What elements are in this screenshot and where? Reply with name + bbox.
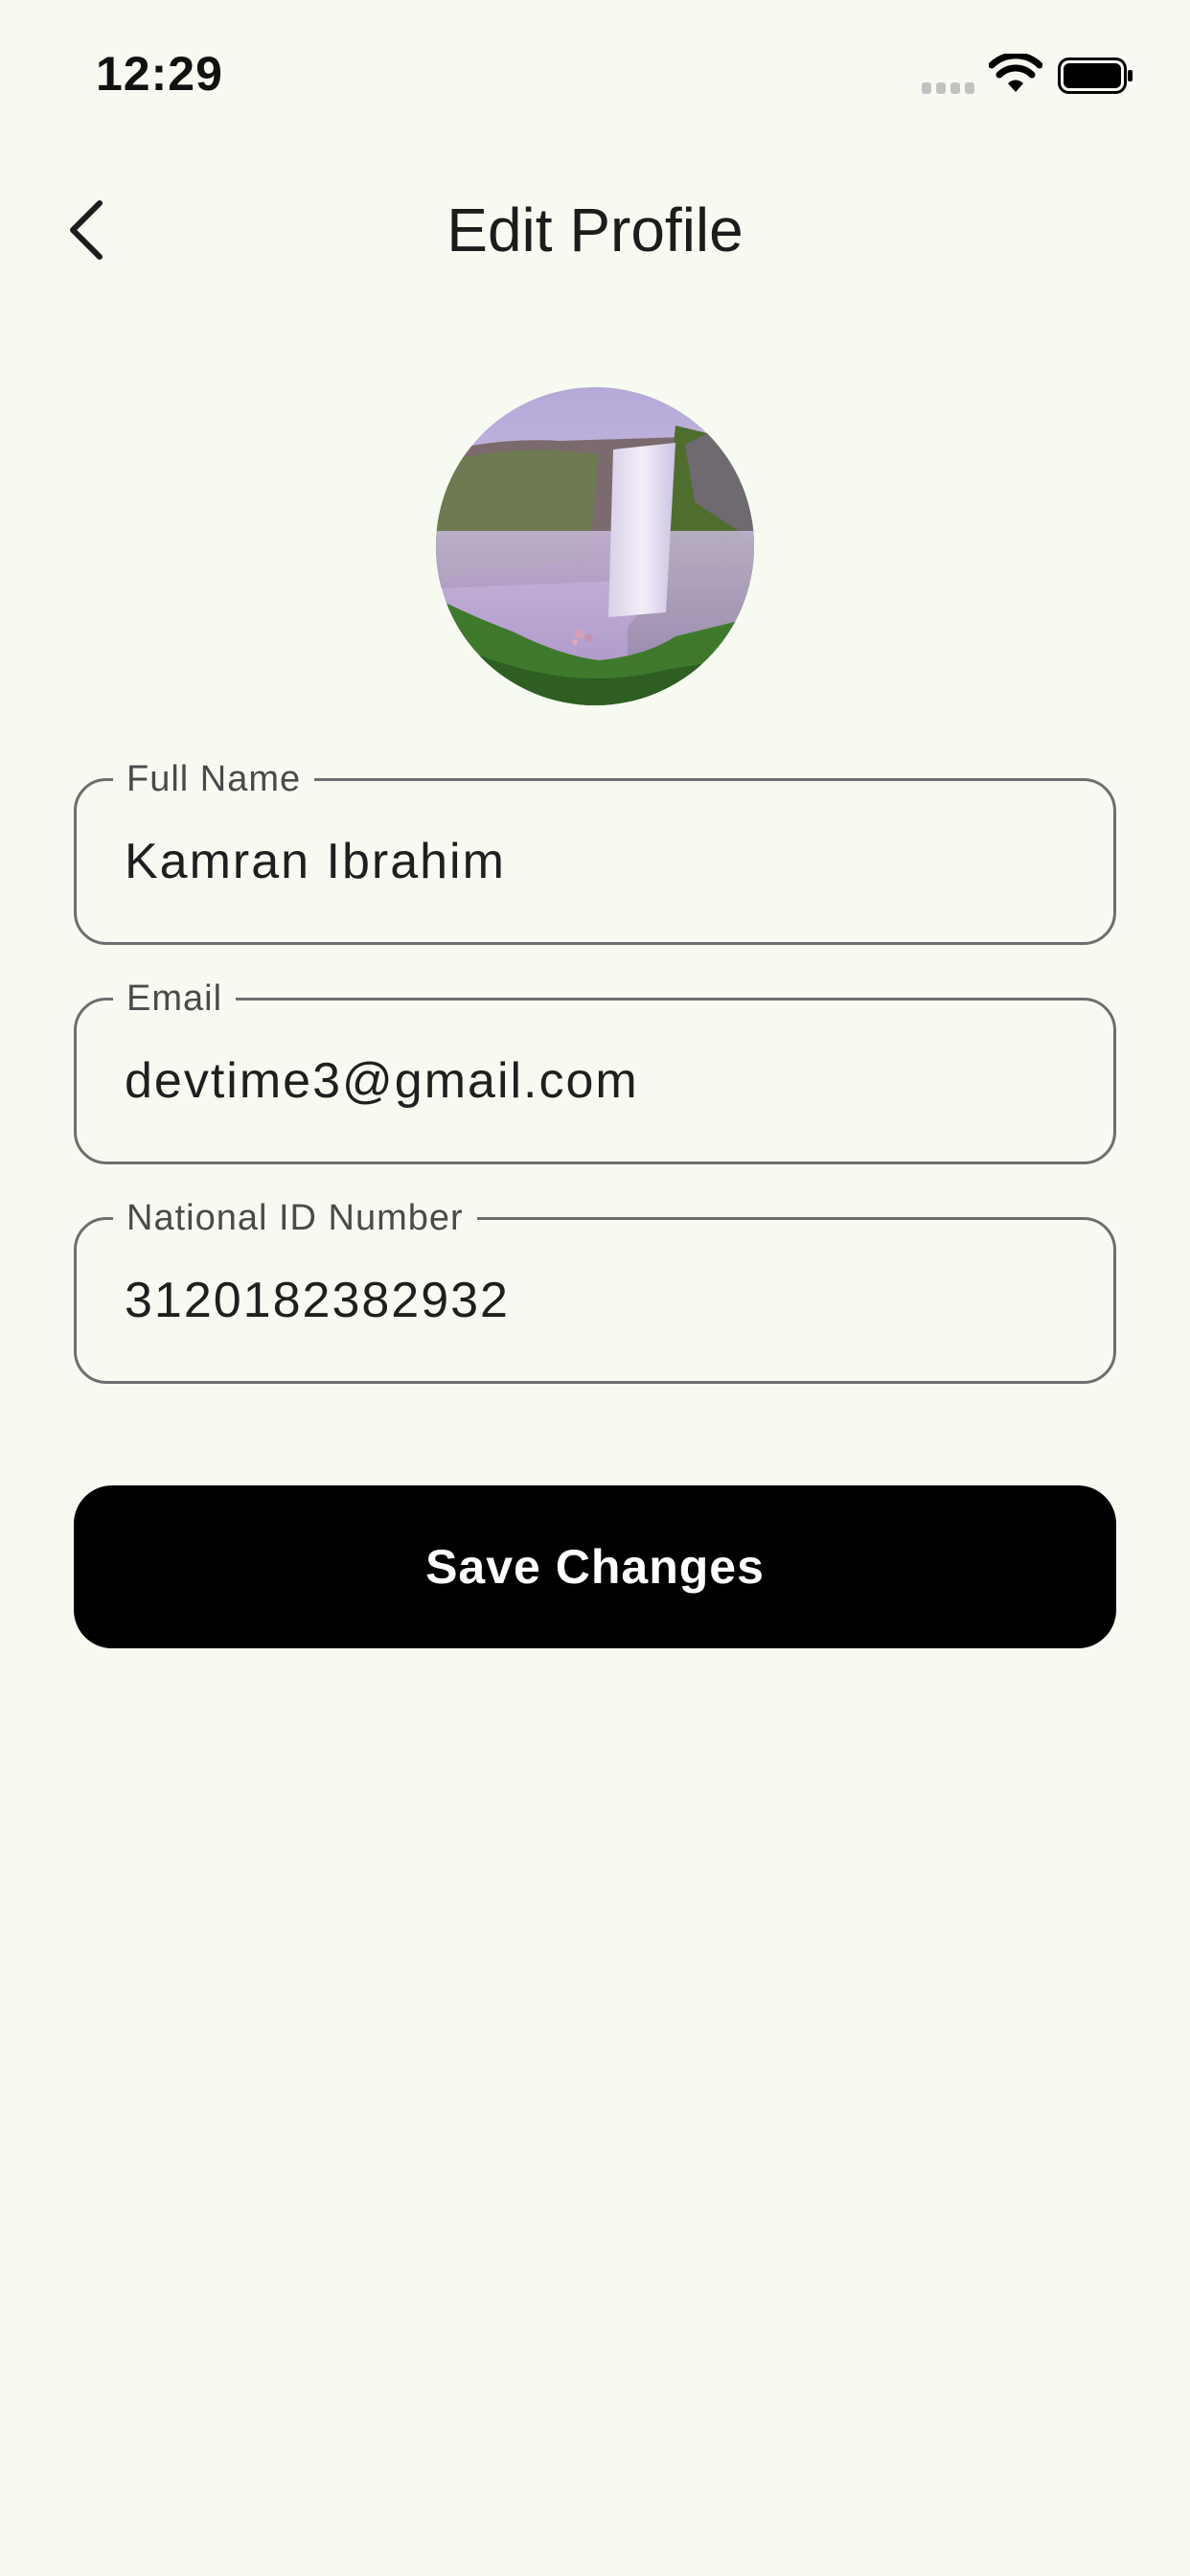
full-name-field: Full Name — [74, 754, 1116, 945]
status-bar: 12:29 — [0, 0, 1190, 144]
status-time: 12:29 — [96, 47, 223, 101]
chevron-left-icon — [70, 200, 103, 260]
app-bar: Edit Profile — [0, 172, 1190, 288]
national-id-input[interactable] — [125, 1220, 1075, 1381]
full-name-input[interactable] — [125, 781, 1075, 942]
signal-icon — [922, 82, 974, 94]
battery-icon — [1058, 58, 1133, 94]
email-field: Email — [74, 974, 1116, 1164]
page-title: Edit Profile — [446, 196, 744, 264]
profile-avatar[interactable] — [436, 387, 754, 705]
wifi-icon — [989, 54, 1042, 92]
back-button[interactable] — [48, 190, 125, 270]
save-changes-button[interactable]: Save Changes — [74, 1485, 1116, 1648]
email-input[interactable] — [125, 1000, 1075, 1162]
national-id-field: National ID Number — [74, 1193, 1116, 1384]
waterfall-photo — [436, 387, 754, 705]
